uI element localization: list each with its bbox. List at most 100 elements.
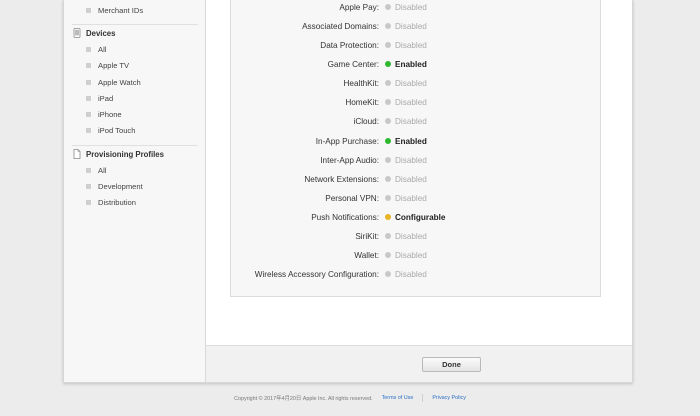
service-label: Wallet: xyxy=(354,250,379,260)
sidebar-item-label: All xyxy=(98,44,107,54)
status-dot-icon xyxy=(385,271,391,277)
terms-of-use-link[interactable]: Terms of Use xyxy=(382,395,414,401)
service-row-healthkit: HealthKit: Disabled xyxy=(231,76,600,90)
service-status: Disabled xyxy=(385,270,427,279)
sidebar-section-title: Provisioning Profiles xyxy=(86,149,164,159)
bullet-icon xyxy=(86,7,91,13)
status-text: Disabled xyxy=(395,155,427,165)
service-row-wireless-accessory-configuration: Wireless Accessory Configuration: Disabl… xyxy=(231,267,600,281)
service-label: Network Extensions: xyxy=(304,174,379,184)
bullet-icon xyxy=(86,199,91,205)
status-dot-icon xyxy=(385,176,391,182)
service-status: Enabled xyxy=(385,137,427,146)
sidebar-item-label: Apple TV xyxy=(98,60,130,70)
sidebar-item-profiles-all[interactable]: All xyxy=(86,163,106,177)
service-label: In-App Purchase: xyxy=(315,136,379,146)
service-label: Apple Pay: xyxy=(339,2,379,12)
document-icon xyxy=(73,149,81,159)
service-status: Disabled xyxy=(385,41,427,50)
sidebar-section-provisioning-profiles[interactable]: Provisioning Profiles xyxy=(73,147,164,161)
status-dot-icon xyxy=(385,233,391,239)
service-label: Associated Domains: xyxy=(302,21,379,31)
status-text: Disabled xyxy=(395,78,427,88)
status-dot-icon xyxy=(385,138,391,144)
service-row-game-center: Game Center: Enabled xyxy=(231,57,600,71)
service-row-inter-app-audio: Inter-App Audio: Disabled xyxy=(231,153,600,167)
service-status: Configurable xyxy=(385,213,446,222)
service-status: Disabled xyxy=(385,117,427,126)
main-card: Merchant IDs Devices All Apple TV Apple … xyxy=(63,0,633,383)
sidebar-item-merchant-ids[interactable]: Merchant IDs xyxy=(86,3,143,17)
status-dot-icon xyxy=(385,80,391,86)
status-dot-icon xyxy=(385,214,391,220)
status-text: Disabled xyxy=(395,21,427,31)
service-status: Disabled xyxy=(385,22,427,31)
bullet-icon xyxy=(86,167,91,173)
sidebar-section-devices[interactable]: Devices xyxy=(73,26,115,40)
status-dot-icon xyxy=(385,252,391,258)
bullet-icon xyxy=(86,79,91,85)
sidebar-divider xyxy=(72,24,198,25)
service-status: Enabled xyxy=(385,60,427,69)
device-icon xyxy=(73,28,81,38)
bullet-icon xyxy=(86,111,91,117)
status-text: Disabled xyxy=(395,97,427,107)
sidebar-item-label: Distribution xyxy=(98,197,136,207)
sidebar-item-label: iPhone xyxy=(98,109,122,119)
service-label: iCloud: xyxy=(353,116,380,126)
sidebar-item-development[interactable]: Development xyxy=(86,179,143,193)
status-dot-icon xyxy=(385,42,391,48)
service-row-push-notifications: Push Notifications: Configurable xyxy=(231,210,600,224)
service-row-associated-domains: Associated Domains: Disabled xyxy=(231,19,600,33)
sidebar-item-apple-tv[interactable]: Apple TV xyxy=(86,58,129,72)
bullet-icon xyxy=(86,46,91,52)
status-dot-icon xyxy=(385,118,391,124)
sidebar-item-ipad[interactable]: iPad xyxy=(86,91,113,105)
privacy-policy-link[interactable]: Privacy Policy xyxy=(432,395,466,401)
service-row-icloud: iCloud: Disabled xyxy=(231,114,600,128)
service-row-data-protection: Data Protection: Disabled xyxy=(231,38,600,52)
sidebar-item-label: iPad xyxy=(98,93,114,103)
service-row-personal-vpn: Personal VPN: Disabled xyxy=(231,191,600,205)
status-text: Disabled xyxy=(395,174,427,184)
done-button[interactable]: Done xyxy=(422,357,481,372)
status-text: Disabled xyxy=(395,193,427,203)
sidebar-item-ipod-touch[interactable]: iPod Touch xyxy=(86,123,135,137)
service-row-in-app-purchase: In-App Purchase: Enabled xyxy=(231,134,600,148)
status-text: Disabled xyxy=(395,116,427,126)
sidebar-item-distribution[interactable]: Distribution xyxy=(86,195,136,209)
app-services-panel: Apple Pay: Disabled Associated Domains: … xyxy=(230,0,601,297)
service-status: Disabled xyxy=(385,79,427,88)
service-status: Disabled xyxy=(385,232,427,241)
status-dot-icon xyxy=(385,4,391,10)
status-text: Configurable xyxy=(395,212,446,222)
status-dot-icon xyxy=(385,23,391,29)
sidebar-item-iphone[interactable]: iPhone xyxy=(86,107,122,121)
status-text: Enabled xyxy=(395,59,427,69)
status-dot-icon xyxy=(385,99,391,105)
sidebar-divider xyxy=(72,145,198,146)
sidebar-section-title: Devices xyxy=(86,28,116,38)
bullet-icon xyxy=(86,127,91,133)
status-dot-icon xyxy=(385,195,391,201)
service-label: Personal VPN: xyxy=(325,193,379,203)
service-row-sirikit: SiriKit: Disabled xyxy=(231,229,600,243)
sidebar-item-label: iPod Touch xyxy=(98,125,136,135)
status-dot-icon xyxy=(385,157,391,163)
service-row-homekit: HomeKit: Disabled xyxy=(231,95,600,109)
sidebar-item-label: Apple Watch xyxy=(98,77,141,87)
sidebar-item-devices-all[interactable]: All xyxy=(86,42,106,56)
bullet-icon xyxy=(86,95,91,101)
service-row-apple-pay: Apple Pay: Disabled xyxy=(231,0,600,14)
footer-separator xyxy=(422,394,424,402)
service-label: Push Notifications: xyxy=(311,212,379,222)
sidebar: Merchant IDs Devices All Apple TV Apple … xyxy=(64,0,206,382)
status-dot-icon xyxy=(385,61,391,67)
service-row-network-extensions: Network Extensions: Disabled xyxy=(231,172,600,186)
status-text: Disabled xyxy=(395,250,427,260)
service-label: HomeKit: xyxy=(345,97,379,107)
sidebar-item-apple-watch[interactable]: Apple Watch xyxy=(86,75,141,89)
status-text: Disabled xyxy=(395,269,427,279)
service-status: Disabled xyxy=(385,98,427,107)
service-label: Inter-App Audio: xyxy=(320,155,379,165)
